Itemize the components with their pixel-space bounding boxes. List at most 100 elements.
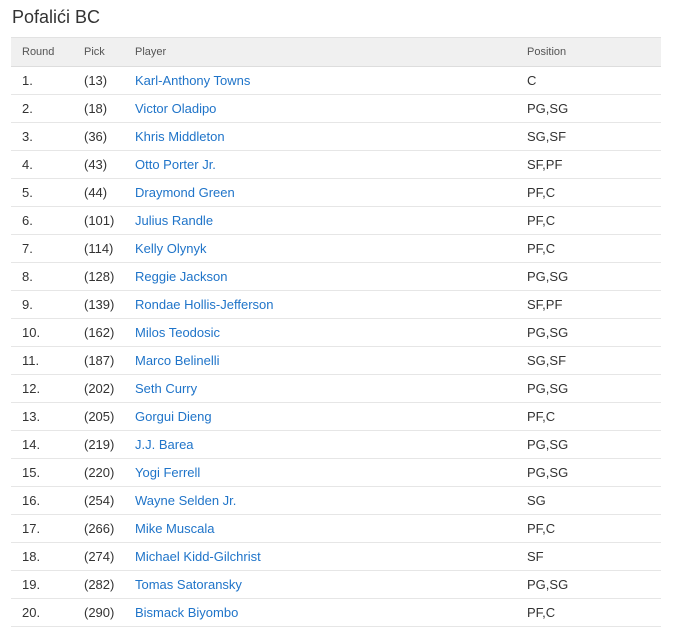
table-row: 5. (44) Draymond Green PF,C [11,178,661,207]
player-link[interactable]: Otto Porter Jr. [135,157,216,172]
table-row: 13. (205) Gorgui Dieng PF,C [11,402,661,431]
position-cell: PG,SG [527,374,661,403]
player-link[interactable]: Yogi Ferrell [135,465,200,480]
round-cell: 3. [11,122,84,151]
table-row: 17. (266) Mike Muscala PF,C [11,514,661,543]
pick-cell: (44) [84,178,135,207]
player-cell: Gorgui Dieng [135,402,527,431]
player-cell: Tomas Satoransky [135,570,527,599]
position-cell: SG,SF [527,346,661,375]
player-link[interactable]: Seth Curry [135,381,197,396]
table-row: 9. (139) Rondae Hollis-Jefferson SF,PF [11,290,661,319]
table-row: 7. (114) Kelly Olynyk PF,C [11,234,661,263]
round-cell: 13. [11,402,84,431]
pick-cell: (13) [84,66,135,95]
player-link[interactable]: Julius Randle [135,213,213,228]
player-link[interactable]: Marco Belinelli [135,353,220,368]
player-link[interactable]: Wayne Selden Jr. [135,493,236,508]
table-row: 8. (128) Reggie Jackson PG,SG [11,262,661,291]
pick-cell: (114) [84,234,135,263]
player-cell: Yogi Ferrell [135,458,527,487]
table-row: 6. (101) Julius Randle PF,C [11,206,661,235]
player-cell: J.J. Barea [135,430,527,459]
player-cell: Wayne Selden Jr. [135,486,527,515]
player-link[interactable]: Reggie Jackson [135,269,228,284]
header-player: Player [135,37,527,67]
table-row: 15. (220) Yogi Ferrell PG,SG [11,458,661,487]
header-position: Position [527,37,661,67]
player-cell: Mike Muscala [135,514,527,543]
player-cell: Reggie Jackson [135,262,527,291]
table-row: 18. (274) Michael Kidd-Gilchrist SF [11,542,661,571]
table-row: 3. (36) Khris Middleton SG,SF [11,122,661,151]
round-cell: 16. [11,486,84,515]
position-cell: PG,SG [527,570,661,599]
position-cell: PG,SG [527,262,661,291]
player-cell: Kelly Olynyk [135,234,527,263]
position-cell: PF,C [527,598,661,627]
round-cell: 10. [11,318,84,347]
player-cell: Victor Oladipo [135,94,527,123]
player-link[interactable]: Kelly Olynyk [135,241,207,256]
round-cell: 8. [11,262,84,291]
pick-cell: (282) [84,570,135,599]
player-cell: Bismack Biyombo [135,598,527,627]
table-row: 1. (13) Karl-Anthony Towns C [11,66,661,95]
position-cell: SF,PF [527,150,661,179]
player-link[interactable]: Tomas Satoransky [135,577,242,592]
round-cell: 1. [11,66,84,95]
position-cell: PG,SG [527,430,661,459]
table-row: 11. (187) Marco Belinelli SG,SF [11,346,661,375]
position-cell: PF,C [527,206,661,235]
pick-cell: (254) [84,486,135,515]
table-header: Round Pick Player Position [11,37,661,67]
position-cell: PG,SG [527,94,661,123]
position-cell: PF,C [527,514,661,543]
player-link[interactable]: Karl-Anthony Towns [135,73,250,88]
round-cell: 4. [11,150,84,179]
round-cell: 18. [11,542,84,571]
table-row: 4. (43) Otto Porter Jr. SF,PF [11,150,661,179]
player-link[interactable]: J.J. Barea [135,437,194,452]
round-cell: 19. [11,570,84,599]
player-link[interactable]: Mike Muscala [135,521,214,536]
position-cell: SF,PF [527,290,661,319]
table-row: 14. (219) J.J. Barea PG,SG [11,430,661,459]
player-link[interactable]: Khris Middleton [135,129,225,144]
player-link[interactable]: Bismack Biyombo [135,605,238,620]
pick-cell: (43) [84,150,135,179]
table-row: 20. (290) Bismack Biyombo PF,C [11,598,661,627]
position-cell: SF [527,542,661,571]
pick-cell: (18) [84,94,135,123]
header-row: Round Pick Player Position [11,37,661,67]
draft-results-table: Round Pick Player Position 1. (13) Karl-… [11,37,661,627]
player-cell: Michael Kidd-Gilchrist [135,542,527,571]
pick-cell: (219) [84,430,135,459]
player-link[interactable]: Rondae Hollis-Jefferson [135,297,274,312]
table-body: 1. (13) Karl-Anthony Towns C 2. (18) Vic… [11,66,661,627]
round-cell: 15. [11,458,84,487]
player-link[interactable]: Draymond Green [135,185,235,200]
pick-cell: (205) [84,402,135,431]
round-cell: 9. [11,290,84,319]
player-link[interactable]: Milos Teodosic [135,325,220,340]
position-cell: C [527,66,661,95]
pick-cell: (128) [84,262,135,291]
round-cell: 17. [11,514,84,543]
position-cell: PF,C [527,402,661,431]
player-cell: Khris Middleton [135,122,527,151]
player-link[interactable]: Gorgui Dieng [135,409,212,424]
header-round: Round [11,37,84,67]
round-cell: 11. [11,346,84,375]
round-cell: 6. [11,206,84,235]
pick-cell: (266) [84,514,135,543]
header-pick: Pick [84,37,135,67]
player-link[interactable]: Victor Oladipo [135,101,216,116]
round-cell: 7. [11,234,84,263]
round-cell: 2. [11,94,84,123]
pick-cell: (139) [84,290,135,319]
player-cell: Marco Belinelli [135,346,527,375]
player-link[interactable]: Michael Kidd-Gilchrist [135,549,261,564]
pick-cell: (202) [84,374,135,403]
table-row: 2. (18) Victor Oladipo PG,SG [11,94,661,123]
